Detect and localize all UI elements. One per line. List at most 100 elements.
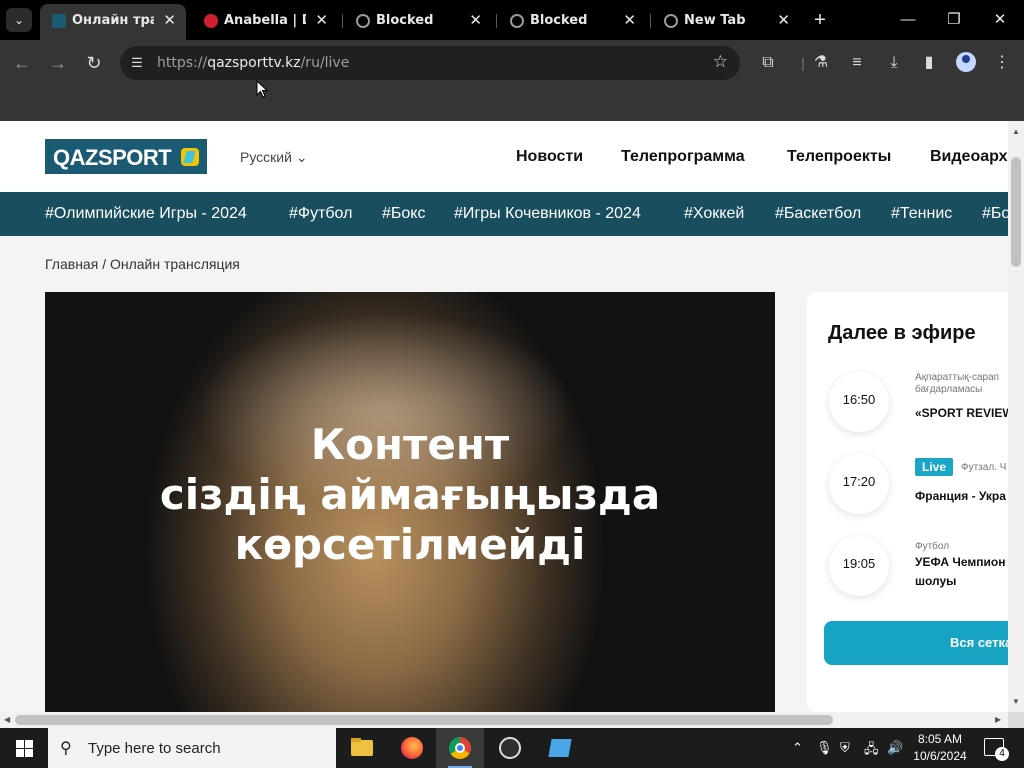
tab-active[interactable]: Онлайн трансл ✕ <box>40 4 186 40</box>
scroll-right-icon[interactable]: ▶ <box>995 715 1001 724</box>
hashtag-link[interactable]: #Бокс <box>382 205 425 223</box>
hashtag-link[interactable]: #Олимпийские Игры - 2024 <box>45 205 247 223</box>
site-header: QAZSPORT Русский ⌄ Новости Телепрограмма… <box>0 121 1008 192</box>
schedule-name: «SPORT REVIEW <box>915 406 1008 420</box>
notification-center-icon[interactable]: 4 <box>984 738 1009 761</box>
schedule-category: Ақпараттық-сарап бағдарламасы <box>915 372 1000 395</box>
microphone-icon[interactable]: 🎙 <box>816 740 833 756</box>
hashtag-link[interactable]: #Футбол <box>289 205 352 223</box>
download-icon[interactable]: ⤓ <box>883 52 905 74</box>
schedule-time: 16:50 <box>842 392 876 407</box>
network-icon[interactable]: 🖧 <box>864 740 879 762</box>
globe-icon <box>664 14 678 28</box>
system-clock[interactable]: 8:05 AM 10/6/2024 <box>912 731 968 765</box>
url-text[interactable]: https://qazsporttv.kz/ru/live <box>157 55 349 71</box>
new-tab-icon[interactable]: + <box>808 8 832 32</box>
hashtag-link[interactable]: #Хоккей <box>684 205 744 223</box>
live-badge: Live <box>915 458 953 476</box>
tab[interactable]: Anabella | Dok ✕ <box>192 4 338 40</box>
site-info-icon[interactable]: ☰ <box>128 54 146 72</box>
close-tab-icon[interactable]: ✕ <box>469 11 482 29</box>
back-icon[interactable]: ← <box>10 51 34 75</box>
schedule-name: Франция - Укра <box>915 489 1006 503</box>
volume-icon[interactable]: 🔊 <box>887 740 903 756</box>
reload-icon[interactable]: ↻ <box>82 51 106 75</box>
restore-icon[interactable]: ❐ <box>934 6 974 34</box>
obs-studio-icon[interactable] <box>486 728 534 768</box>
close-window-icon[interactable]: ✕ <box>980 6 1020 34</box>
scrollbar-corner <box>1008 712 1024 728</box>
profile-avatar-icon[interactable] <box>956 52 976 72</box>
schedule-time: 17:20 <box>842 474 876 489</box>
tab[interactable]: Blocked ✕ <box>498 4 646 40</box>
forward-icon[interactable]: → <box>46 51 70 75</box>
globe-icon <box>356 14 370 28</box>
schedule-item[interactable]: 17:20 Live Футзал. Ч орын үшін матч Фран… <box>807 454 1008 524</box>
scroll-left-icon[interactable]: ◀ <box>4 715 10 724</box>
full-schedule-button[interactable]: Вся сетка <box>824 621 1008 665</box>
logo-text: QAZSPORT <box>53 145 172 170</box>
roblox-studio-icon[interactable] <box>536 728 584 768</box>
up-next-panel: Далее в эфире 16:50 Ақпараттық-сарап бағ… <box>807 292 1008 712</box>
chrome-icon[interactable] <box>436 728 484 768</box>
minimize-icon[interactable]: — <box>888 6 928 34</box>
hashtag-link[interactable]: #Бо <box>982 205 1008 223</box>
horizontal-scroll-thumb[interactable] <box>15 715 833 725</box>
file-explorer-icon[interactable] <box>338 728 386 768</box>
qazsport-logo[interactable]: QAZSPORT <box>45 139 207 174</box>
taskbar: ⚲ Type here to search ⌃ 🎙 ⛨ 🖧 🔊 8:05 AM … <box>0 728 1024 768</box>
tab-title: New Tab <box>684 13 746 28</box>
search-placeholder: Type here to search <box>88 740 221 757</box>
vertical-scroll-thumb[interactable] <box>1011 157 1021 267</box>
notification-count: 4 <box>995 747 1009 761</box>
labs-flask-icon[interactable]: ⚗ <box>810 52 832 74</box>
schedule-category: Футбол <box>915 541 950 552</box>
url-host: qazsporttv.kz <box>207 55 301 71</box>
close-tab-icon[interactable]: ✕ <box>777 11 790 29</box>
tab-separator <box>650 14 651 28</box>
nav-tv-projects[interactable]: Телепроекты <box>787 148 891 166</box>
bookmark-bar <box>0 86 1024 121</box>
extensions-icon[interactable]: ⧉ <box>757 52 779 74</box>
media-queue-icon[interactable]: ≡ <box>846 52 868 74</box>
qazsport-favicon-icon <box>52 14 66 28</box>
menu-kebab-icon[interactable]: ⋮ <box>991 52 1013 74</box>
address-bar[interactable]: ☰ https://qazsporttv.kz/ru/live ☆ <box>120 46 740 80</box>
tab[interactable]: Blocked ✕ <box>344 4 492 40</box>
nav-news[interactable]: Новости <box>516 148 583 166</box>
geo-block-line: көрсетілмейді <box>234 520 586 569</box>
start-windows-icon[interactable] <box>0 728 48 768</box>
tab[interactable]: New Tab ✕ <box>652 4 800 40</box>
schedule-item[interactable]: 16:50 Ақпараттық-сарап бағдарламасы «SPO… <box>807 372 1008 442</box>
tab-separator <box>342 14 343 28</box>
vertical-scrollbar[interactable]: ▲ ▼ <box>1008 121 1024 712</box>
scroll-down-icon[interactable]: ▼ <box>1012 697 1020 706</box>
language-selector[interactable]: Русский ⌄ <box>240 149 308 166</box>
close-tab-icon[interactable]: ✕ <box>163 11 176 29</box>
hashtag-link[interactable]: #Баскетбол <box>775 205 861 223</box>
web-page: QAZSPORT Русский ⌄ Новости Телепрограмма… <box>0 121 1008 712</box>
side-panel-icon[interactable]: ▮ <box>918 52 940 74</box>
taskbar-search[interactable]: ⚲ Type here to search <box>48 728 336 768</box>
full-schedule-label: Вся сетка <box>950 635 1008 650</box>
horizontal-scrollbar[interactable]: ◀ ▶ <box>0 712 1008 728</box>
schedule-name: шолуы <box>915 574 957 588</box>
schedule-time: 19:05 <box>842 556 876 571</box>
bookmark-star-icon[interactable]: ☆ <box>713 52 728 72</box>
close-tab-icon[interactable]: ✕ <box>315 11 328 29</box>
browser-toolbar: ← → ↻ ☰ https://qazsporttv.kz/ru/live ☆ … <box>0 40 1024 86</box>
breadcrumb-home[interactable]: Главная <box>45 256 98 272</box>
logo-mark-icon <box>181 148 199 166</box>
nav-video-archive[interactable]: Видеоарх <box>930 148 1008 166</box>
scroll-up-icon[interactable]: ▲ <box>1012 127 1020 136</box>
tab-search-button[interactable]: ⌄ <box>6 8 32 32</box>
video-player[interactable]: Контент сіздің аймағыңызда көрсетілмейді <box>45 292 775 712</box>
security-icon[interactable]: ⛨ <box>840 740 850 756</box>
hashtag-link[interactable]: #Игры Кочевников - 2024 <box>454 205 641 223</box>
firefox-icon[interactable] <box>388 728 436 768</box>
hashtag-link[interactable]: #Теннис <box>891 205 952 223</box>
schedule-item[interactable]: 19:05 Футбол УЕФА Чемпион шолуы <box>807 536 1008 596</box>
tray-overflow-icon[interactable]: ⌃ <box>792 740 803 756</box>
close-tab-icon[interactable]: ✕ <box>623 11 636 29</box>
nav-tv-schedule[interactable]: Телепрограмма <box>621 148 745 166</box>
